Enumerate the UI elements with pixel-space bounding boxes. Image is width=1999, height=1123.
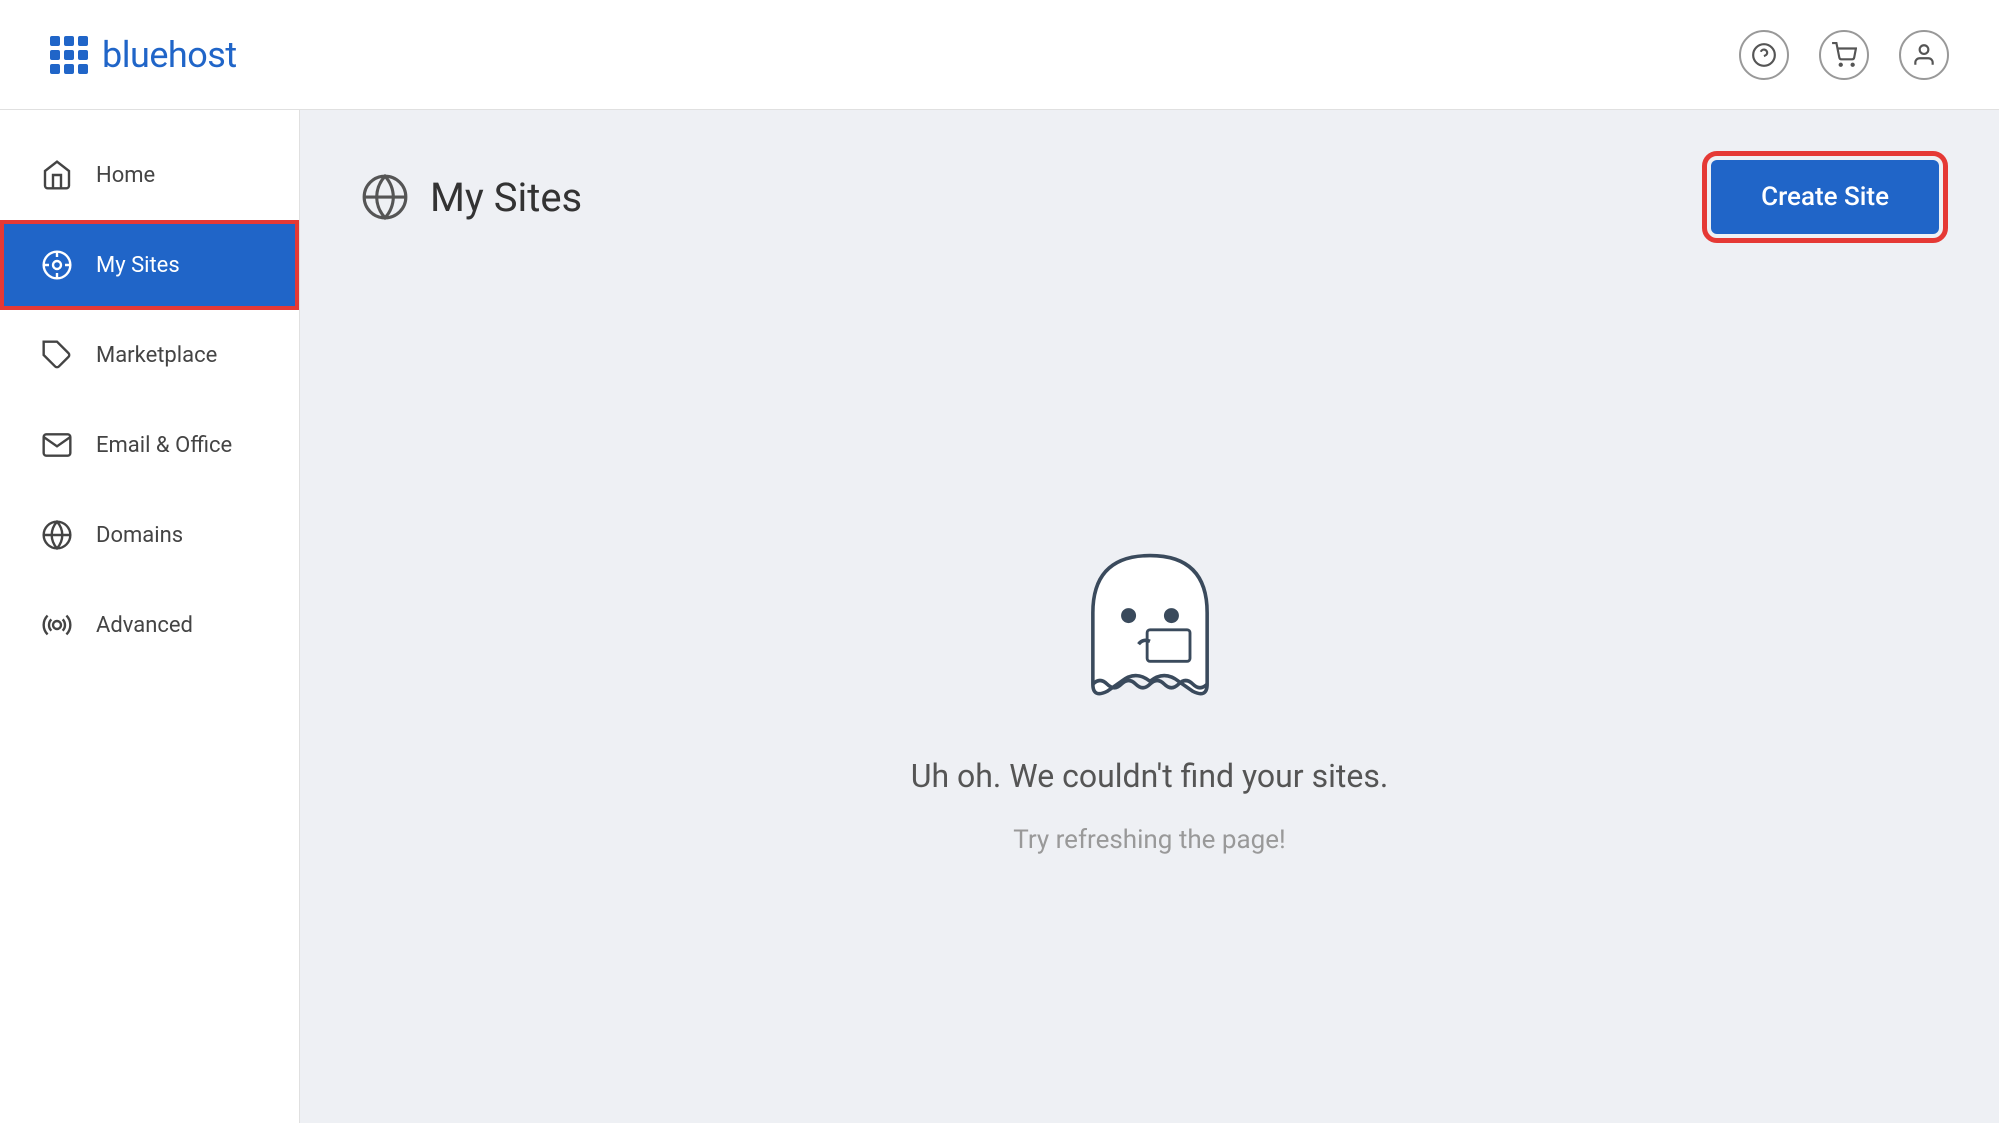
sidebar-label-advanced: Advanced bbox=[96, 613, 193, 638]
marketplace-icon bbox=[40, 338, 74, 372]
user-icon bbox=[1911, 42, 1937, 68]
header-icons bbox=[1739, 30, 1949, 80]
page-title: My Sites bbox=[430, 174, 582, 221]
create-site-button[interactable]: Create Site bbox=[1711, 160, 1939, 234]
cart-button[interactable] bbox=[1819, 30, 1869, 80]
ghost-illustration bbox=[1050, 527, 1250, 727]
sidebar-label-home: Home bbox=[96, 163, 155, 188]
sidebar-item-my-sites[interactable]: My Sites bbox=[0, 220, 299, 310]
page-wordpress-icon bbox=[360, 172, 410, 222]
sidebar-label-marketplace: Marketplace bbox=[96, 343, 217, 368]
empty-state-title: Uh oh. We couldn't find your sites. bbox=[911, 757, 1389, 795]
sidebar-item-email-office[interactable]: Email & Office bbox=[0, 400, 299, 490]
domains-icon bbox=[40, 518, 74, 552]
email-icon bbox=[40, 428, 74, 462]
wordpress-icon bbox=[40, 248, 74, 282]
empty-state: Uh oh. We couldn't find your sites. Try … bbox=[360, 294, 1939, 1087]
logo-grid-icon bbox=[50, 36, 88, 74]
sidebar-item-marketplace[interactable]: Marketplace bbox=[0, 310, 299, 400]
content-header: My Sites Create Site bbox=[360, 160, 1939, 234]
header: bluehost bbox=[0, 0, 1999, 110]
content-area: My Sites Create Site Uh oh. We couldn't … bbox=[300, 110, 1999, 1123]
sidebar-label-domains: Domains bbox=[96, 523, 183, 548]
sidebar-label-email-office: Email & Office bbox=[96, 433, 232, 458]
logo-text: bluehost bbox=[102, 34, 237, 76]
empty-state-subtitle: Try refreshing the page! bbox=[1013, 825, 1285, 855]
sidebar-item-home[interactable]: Home bbox=[0, 130, 299, 220]
sidebar-item-domains[interactable]: Domains bbox=[0, 490, 299, 580]
home-icon bbox=[40, 158, 74, 192]
logo-area: bluehost bbox=[50, 34, 237, 76]
help-icon bbox=[1751, 42, 1777, 68]
advanced-icon bbox=[40, 608, 74, 642]
main-layout: Home My Sites Marketplace bbox=[0, 110, 1999, 1123]
sidebar-item-advanced[interactable]: Advanced bbox=[0, 580, 299, 670]
page-title-area: My Sites bbox=[360, 172, 582, 222]
cart-icon bbox=[1831, 42, 1857, 68]
user-button[interactable] bbox=[1899, 30, 1949, 80]
help-button[interactable] bbox=[1739, 30, 1789, 80]
sidebar: Home My Sites Marketplace bbox=[0, 110, 300, 1123]
sidebar-label-my-sites: My Sites bbox=[96, 253, 180, 278]
